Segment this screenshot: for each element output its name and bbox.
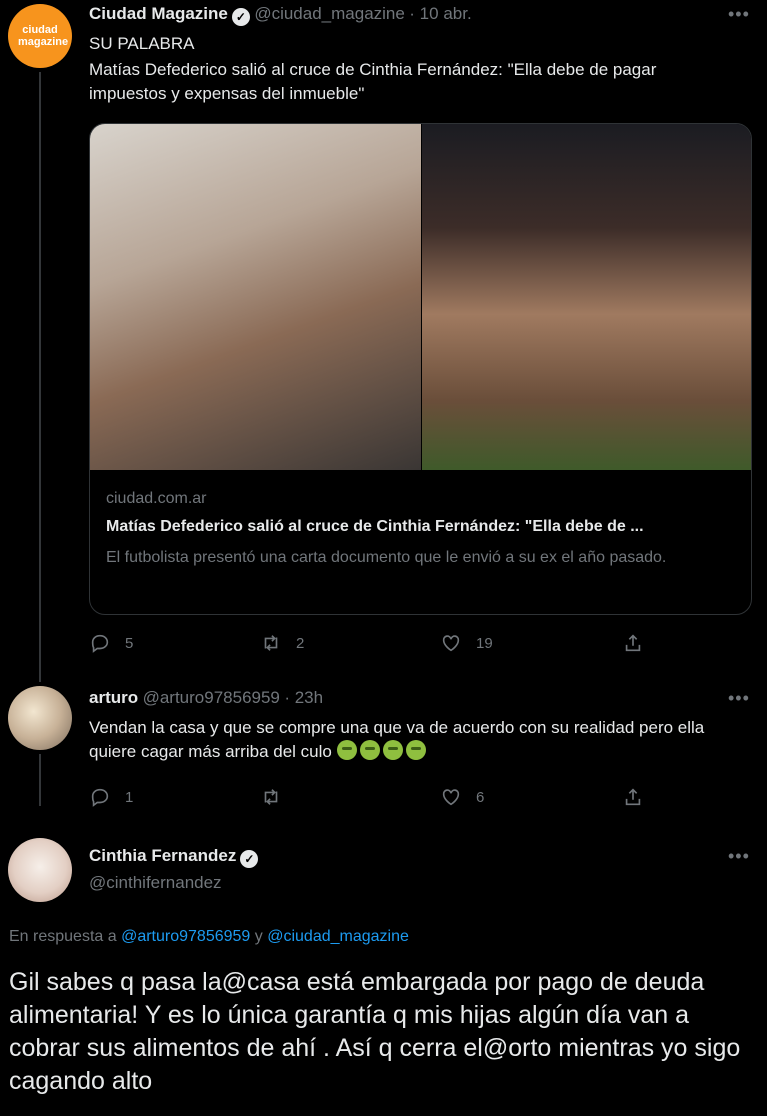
tweet2-header: arturo @arturo97856959 · 23h	[89, 688, 323, 708]
more-icon[interactable]: •••	[728, 846, 750, 867]
reply-mention-ciudad[interactable]: @ciudad_magazine	[267, 928, 409, 945]
author-handle[interactable]: @arturo97856959	[143, 688, 280, 707]
reply-count: 1	[125, 788, 134, 806]
like-button[interactable]: 19	[440, 632, 493, 654]
nauseated-emoji	[382, 740, 403, 760]
like-icon	[440, 786, 462, 808]
author-handle[interactable]: @cinthifernandez	[89, 873, 222, 893]
card-domain: ciudad.com.ar	[106, 490, 207, 507]
like-button[interactable]: 6	[440, 786, 484, 808]
card-description: El futbolista presentó una carta documen…	[106, 549, 667, 566]
author-name[interactable]: Ciudad Magazine	[89, 4, 228, 23]
link-card[interactable]: ciudad.com.ar Matías Defederico salió al…	[89, 123, 752, 615]
card-title: Matías Defederico salió al cruce de Cint…	[106, 518, 644, 535]
reply-count: 5	[125, 634, 134, 652]
tweet3-text: Gil sabes q pasa la@casa está embargada …	[9, 968, 741, 1095]
retweet-icon	[260, 632, 282, 654]
share-button[interactable]	[622, 632, 644, 654]
verified-icon: ✓	[231, 8, 250, 26]
cinthia-avatar[interactable]	[8, 838, 72, 902]
verified-icon: ✓	[240, 850, 259, 868]
ciudad-magazine-avatar[interactable]: ciudad magazine	[8, 4, 72, 68]
reply-icon	[89, 632, 111, 654]
tweet-time[interactable]: · 23h	[284, 688, 323, 707]
tweet1-line1: SU PALABRA	[89, 34, 195, 53]
thread-line-2	[39, 754, 41, 806]
retweet-count: 2	[296, 634, 305, 652]
like-icon	[440, 632, 462, 654]
card-image-right	[422, 124, 751, 470]
nauseated-emoji	[336, 740, 357, 760]
like-count: 6	[476, 788, 485, 806]
retweet-button[interactable]	[260, 786, 282, 808]
more-icon[interactable]: •••	[728, 4, 750, 25]
retweet-icon	[260, 786, 282, 808]
nauseated-emoji	[405, 740, 426, 760]
share-button[interactable]	[622, 786, 644, 808]
tweet1-line2: Matías Defederico salió al cruce de Cint…	[89, 60, 657, 103]
like-count: 19	[476, 634, 493, 652]
share-icon	[622, 632, 644, 654]
tweet2-text: Vendan la casa y que se compre una que v…	[89, 718, 705, 761]
retweet-button[interactable]: 2	[260, 632, 304, 654]
tweet1-header: Ciudad Magazine ✓ @ciudad_magazine · 10 a…	[89, 4, 472, 26]
more-icon[interactable]: •••	[728, 688, 750, 709]
card-image-left	[90, 124, 421, 470]
author-name[interactable]: arturo	[89, 688, 138, 707]
reply-context: En respuesta a @arturo97856959 y @ciudad…	[9, 928, 409, 945]
arturo-avatar[interactable]	[8, 686, 72, 750]
reply-mention-arturo[interactable]: @arturo97856959	[121, 928, 250, 945]
reply-icon	[89, 786, 111, 808]
reply-button[interactable]: 5	[89, 632, 133, 654]
author-name[interactable]: Cinthia Fernandez	[89, 846, 236, 865]
reply-button[interactable]: 1	[89, 786, 133, 808]
nauseated-emoji	[359, 740, 380, 760]
author-handle[interactable]: @ciudad_magazine	[254, 4, 405, 23]
tweet-time[interactable]: · 10 abr.	[409, 4, 471, 23]
thread-line	[39, 72, 41, 682]
share-icon	[622, 786, 644, 808]
tweet3-name-row: Cinthia Fernandez ✓	[89, 846, 259, 868]
